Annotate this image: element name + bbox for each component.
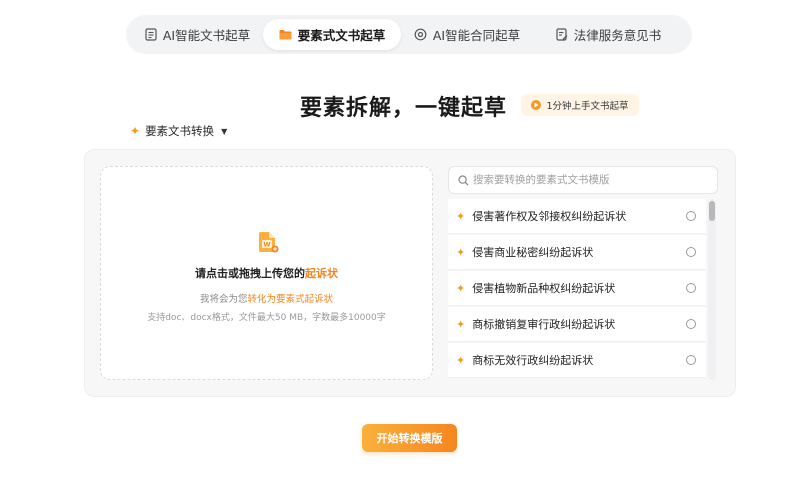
tab-label: AI智能文书起草 [162,28,251,43]
tab-label: AI智能合同起草 [432,28,521,43]
upload-title-highlight: 起诉状 [305,267,338,280]
document-icon [144,28,158,42]
upload-subtitle-text: 我将会为您 [199,294,248,305]
conversion-type-dropdown[interactable]: ✦ 要素文书转换 ▼ [130,123,227,139]
sparkle-icon: ✦ [456,281,466,295]
sparkle-icon: ✦ [456,353,466,367]
template-item-4[interactable]: ✦ 商标无效行政纠纷起诉状 [448,343,706,378]
template-radio[interactable] [686,211,696,221]
upload-title-text: 请点击或拖拽上传您的 [195,267,305,280]
template-label: 侵害著作权及邻接权纠纷起诉状 [472,210,627,223]
template-item-3[interactable]: ✦ 商标撤销复审行政纠纷起诉状 [448,307,706,342]
upload-title: 请点击或拖拽上传您的起诉状 [101,265,432,281]
svg-text:W: W [263,241,270,249]
template-radio[interactable] [686,355,696,365]
template-label: 侵害商业秘密纠纷起诉状 [472,246,594,259]
dropdown-label: 要素文书转换 [145,124,215,138]
edit-document-icon [555,28,569,42]
upload-subtitle: 我将会为您转化为要素式起诉状 [101,291,432,305]
page-title: 要素拆解，一键起草 [300,96,508,121]
swirl-icon [414,28,428,42]
template-label: 侵害植物新品种权纠纷起诉状 [472,282,616,295]
template-label: 商标无效行政纠纷起诉状 [472,354,594,367]
template-list-scrollbar[interactable] [708,199,716,380]
tab-element-document-drafting[interactable]: 要素式文书起草 [263,19,401,50]
start-conversion-button[interactable]: 开始转换模版 [362,424,457,452]
upload-subtitle-highlight: 转化为要素式起诉状 [247,294,334,305]
upload-format-note: 支持doc、docx格式，文件最大50 MB，字数最多10000字 [147,313,386,323]
sparkle-icon: ✦ [456,317,466,331]
tab-ai-contract-drafting[interactable]: AI智能合同起草 [401,19,533,50]
tab-ai-document-drafting[interactable]: AI智能文书起草 [131,19,263,50]
word-file-icon: W [256,230,280,258]
scrollbar-thumb[interactable] [709,201,715,221]
tab-legal-opinion[interactable]: 法律服务意见书 [533,19,683,50]
search-input[interactable] [473,174,703,186]
template-label: 商标撤销复审行政纠纷起诉状 [472,318,616,331]
guide-label: 1分钟上手文书起草 [546,101,629,112]
tab-label: 要素式文书起草 [297,28,386,43]
template-radio[interactable] [686,247,696,257]
sparkle-icon: ✦ [130,124,141,138]
caret-down-icon: ▼ [221,126,228,136]
template-item-2[interactable]: ✦ 侵害植物新品种权纠纷起诉状 [448,271,706,306]
template-item-1[interactable]: ✦ 侵害商业秘密纠纷起诉状 [448,235,706,270]
template-search-box [448,166,718,194]
template-list: ✦ 侵害著作权及邻接权纠纷起诉状 ✦ 侵害商业秘密纠纷起诉状 ✦ 侵害植物新品种… [448,199,706,380]
template-radio[interactable] [686,319,696,329]
tab-label: 法律服务意见书 [573,28,662,43]
folder-icon [279,28,293,42]
sparkle-icon: ✦ [456,245,466,259]
search-icon [458,171,469,190]
quick-start-guide-button[interactable]: 1分钟上手文书起草 [521,94,639,116]
template-radio[interactable] [686,283,696,293]
sparkle-icon: ✦ [456,209,466,223]
file-upload-dropzone[interactable]: W 请点击或拖拽上传您的起诉状 我将会为您转化为要素式起诉状 支持doc、doc… [100,166,433,380]
play-icon [531,100,542,110]
mode-tab-bar: AI智能文书起草 要素式文书起草 AI智能合同起草 法律服务意见书 [126,15,692,54]
template-item-0[interactable]: ✦ 侵害著作权及邻接权纠纷起诉状 [448,199,706,234]
